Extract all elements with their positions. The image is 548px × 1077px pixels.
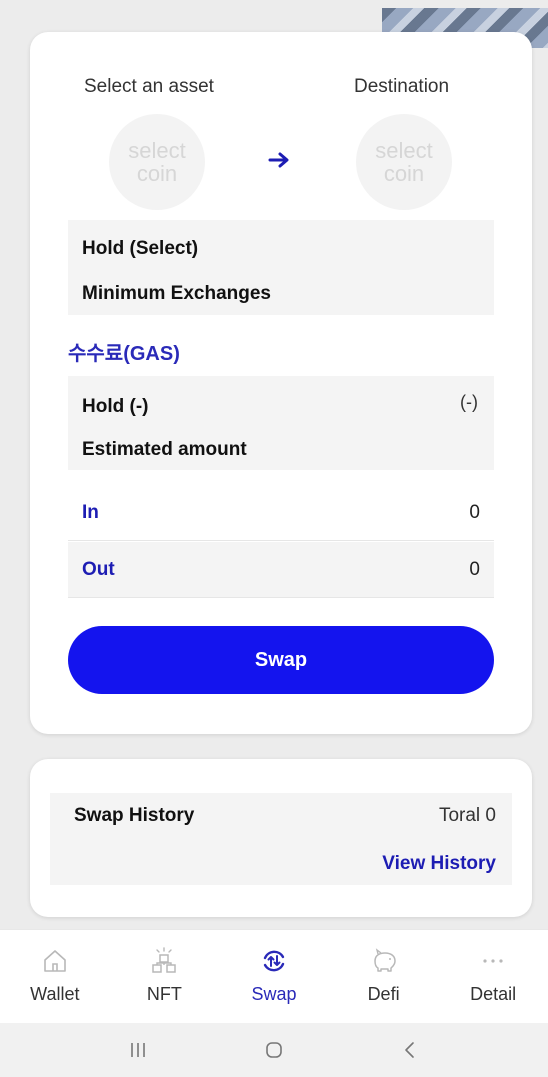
destination-label: Destination xyxy=(354,76,450,97)
arrow-right-icon xyxy=(268,152,289,168)
swap-button[interactable]: Swap xyxy=(68,626,494,694)
swap-history-total: Toral 0 xyxy=(438,805,496,826)
home-button-icon[interactable] xyxy=(262,1038,286,1062)
select-asset-label: Select an asset xyxy=(84,76,214,97)
gas-fee-label: 수수료(GAS) xyxy=(68,343,180,365)
hold-dash-label: Hold (-) xyxy=(82,396,149,417)
swap-history-box: Swap History Toral 0 View History xyxy=(50,793,512,885)
from-coin-selector[interactable]: select coin xyxy=(109,114,205,210)
in-label: In xyxy=(82,501,99,523)
nav-label-nft: NFT xyxy=(146,984,182,1004)
minimum-exchanges-label: Minimum Exchanges xyxy=(82,283,271,304)
hold-select-label: Hold (Select) xyxy=(82,238,199,259)
nav-label-wallet: Wallet xyxy=(30,984,80,1004)
piggy-bank-icon xyxy=(373,948,396,972)
in-row: In 0 xyxy=(68,485,494,541)
nav-label-swap: Swap xyxy=(251,984,297,1004)
nft-icon xyxy=(152,947,177,973)
nav-item-detail[interactable]: Detail xyxy=(438,930,548,1023)
nav-item-wallet[interactable]: Wallet xyxy=(0,930,110,1023)
nav-item-swap[interactable]: Swap xyxy=(219,930,329,1023)
swap-icon xyxy=(263,950,285,972)
swap-history-title: Swap History xyxy=(74,805,195,826)
nav-label-defi: Defi xyxy=(367,984,400,1004)
swap-card: Select an asset Destination select coin … xyxy=(30,32,532,734)
system-navigation-bar xyxy=(0,1023,548,1077)
hold-info-box: Hold (Select) Minimum Exchanges xyxy=(68,220,494,315)
nav-label-detail: Detail xyxy=(470,984,517,1004)
out-value: 0 xyxy=(469,558,480,580)
view-history-link[interactable]: View History xyxy=(382,853,496,875)
nav-item-defi[interactable]: Defi xyxy=(329,930,439,1023)
to-coin-selector[interactable]: select coin xyxy=(356,114,452,210)
more-icon xyxy=(483,959,503,963)
hold-dash-value: (-) xyxy=(460,392,478,412)
bottom-nav: Wallet NFT Swap Defi Detail xyxy=(0,929,548,1023)
home-icon xyxy=(43,950,66,972)
swap-history-card: Swap History Toral 0 View History xyxy=(30,759,532,917)
recent-apps-icon[interactable] xyxy=(126,1038,150,1062)
out-label: Out xyxy=(82,558,115,580)
back-icon[interactable] xyxy=(398,1038,422,1062)
in-value: 0 xyxy=(469,501,480,523)
estimated-amount-label: Estimated amount xyxy=(82,439,247,460)
nav-item-nft[interactable]: NFT xyxy=(110,930,220,1023)
gas-info-box: Hold (-) (-) Estimated amount xyxy=(68,376,494,470)
out-row: Out 0 xyxy=(68,542,494,598)
